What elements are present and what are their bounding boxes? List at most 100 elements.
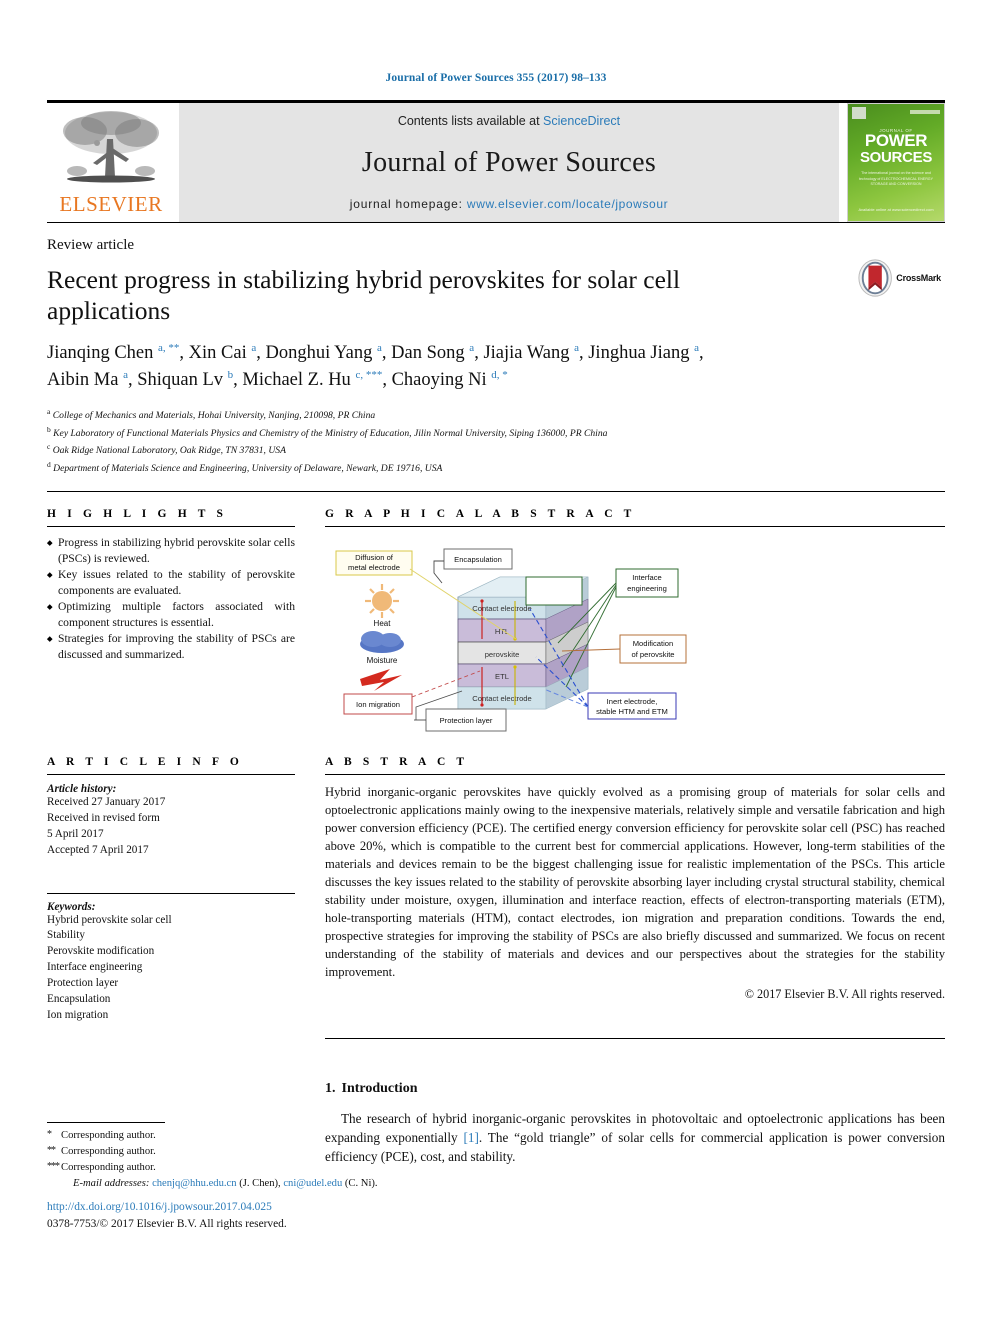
footnote-text: Corresponding author. [61,1145,156,1157]
footnote-corresponding-3: *** Corresponding author. [47,1160,467,1176]
article-info-rule [47,773,295,775]
journal-title: Journal of Power Sources [361,146,657,178]
doi-link[interactable]: http://dx.doi.org/10.1016/j.jpowsour.201… [47,1199,287,1216]
cover-issn-strip [910,110,940,114]
email-link-1[interactable]: chenjq@hhu.edu.cn [152,1178,236,1189]
keywords-label: Keywords: [47,900,96,913]
footnote-text: Corresponding author. [61,1161,156,1173]
highlights-graphical-row: H I G H L I G H T S Progress in stabiliz… [47,492,945,740]
highlights-column: H I G H L I G H T S Progress in stabiliz… [47,492,295,740]
list-item: Strategies for improving the stability o… [47,631,295,663]
lightning-icon [360,668,402,691]
diffusion-label-line2: metal electrode [348,563,400,572]
abstract-rule [325,773,945,775]
contents-prefix: Contents lists available at [397,114,544,128]
journal-article-page: Journal of Power Sources 355 (2017) 98–1… [0,0,992,1323]
articleinfo-abstract-row: A R T I C L E I N F O Article history: R… [47,740,945,1024]
highlights-rule [47,525,295,527]
author-line-1: Jianqing Chen a, **, Xin Cai a, Donghui … [47,342,704,364]
asterisk-icon: *** [47,1160,60,1172]
elsevier-logo: ELSEVIER [47,103,175,222]
sun-icon [365,583,399,618]
author-list: Jianqing Chen a, **, Xin Cai a, Donghui … [47,340,837,394]
introduction-heading: 1. Introduction [325,1081,945,1097]
affiliation-item: c Oak Ridge National Laboratory, Oak Rid… [47,442,286,457]
solar-cell-stack-diagram: .lb { font-family:"Liberation Sans",sans… [335,548,687,732]
author-line-2: Aibin Ma a, Shiquan Lv b, Michael Z. Hu … [47,368,508,391]
footnote-block: * Corresponding author. ** Corresponding a… [47,1122,467,1192]
svg-text:stable HTM and ETM: stable HTM and ETM [596,707,668,716]
affiliation-item: b Key Laboratory of Functional Materials… [47,424,608,439]
spacer-left [47,1024,295,1039]
journal-masthead: ELSEVIER Contents lists available at Sci… [47,100,945,222]
moisture-label: Moisture [367,656,398,665]
homepage-prefix: journal homepage: [349,197,467,211]
footnote-corresponding-1: * Corresponding author. [47,1128,467,1144]
elsevier-tree-icon [63,111,159,183]
sciencedirect-link[interactable]: ScienceDirect [543,114,620,128]
homepage-link[interactable]: www.elsevier.com/locate/jpowsour [467,197,668,211]
cover-logo-mark [852,107,866,119]
section-title: Introduction [341,1080,418,1096]
svg-text:of perovskite: of perovskite [631,650,674,659]
affiliation-text: Oak Ridge National Laboratory, Oak Ridge… [52,445,286,457]
email-link-2[interactable]: cni@udel.edu [283,1178,342,1189]
highlights-heading: H I G H L I G H T S [47,507,228,520]
footnote-emails: E-mail addresses: chenjq@hhu.edu.cn (J. … [47,1176,467,1192]
abstract-bottom-rule-holder [325,1024,945,1039]
article-info-column: A R T I C L E I N F O Article history: R… [47,740,295,1024]
history-item: Received in revised form [47,811,160,824]
section-number: 1. [325,1080,336,1096]
cover-title-line1: POWER [864,131,928,150]
keyword-item: Hybrid perovskite solar cell [47,913,172,926]
crossmark-badge[interactable]: CrossMark [857,257,941,299]
keyword-item: Ion migration [47,1008,109,1021]
svg-text:Interface: Interface [632,573,662,582]
svg-text:Protection layer: Protection layer [440,716,493,725]
layer-label-contact-top: Contact electrode [472,604,532,613]
layer-label-perovskite: perovskite [485,650,520,659]
svg-text:Modification: Modification [633,639,674,648]
email-name-2: (C. Ni). [344,1177,378,1189]
contents-available-line: Contents lists available at ScienceDirec… [398,114,620,128]
graphical-abstract-column: G R A P H I C A L A B S T R A C T .lb { … [325,492,945,740]
history-item: Accepted 7 April 2017 [47,843,149,856]
asterisk-icon: * [47,1129,52,1140]
journal-band: Contents lists available at ScienceDirec… [179,103,839,222]
abstract-text: Hybrid inorganic-organic perovskites hav… [325,784,945,979]
abstract-bottom-rule-row [47,1024,945,1039]
history-item: Received 27 January 2017 [47,795,166,808]
highlights-list: Progress in stabilizing hybrid perovskit… [47,535,295,663]
crossmark-label: CrossMark [896,273,941,283]
cover-blurb: The international journal on the science… [859,171,933,186]
layer-label-contact-bottom: Contact electrode [472,694,532,703]
keyword-item: Stability [47,929,85,942]
asterisk-icon: ** [47,1144,56,1156]
elsevier-wordmark: ELSEVIER [59,192,163,216]
email-label: E-mail addresses: [73,1177,150,1189]
encapsulation-label: Encapsulation [454,555,502,564]
keyword-item: Interface engineering [47,961,143,974]
affiliation-text: College of Mechanics and Materials, Hoha… [52,410,376,422]
keyword-item: Perovskite modification [47,945,155,958]
title-block: Review article CrossMark Recent progress… [47,223,945,477]
crossmark-icon [858,259,892,297]
journal-cover-image: JOURNAL OF POWER SOURCES The internation… [847,103,945,222]
article-history-label: Article history: [47,782,117,795]
affiliation-list: a College of Mechanics and Materials, Ho… [47,406,945,477]
keyword-item: Encapsulation [47,993,111,1006]
running-head: Journal of Power Sources 355 (2017) 98–1… [385,72,607,84]
layer-label-htl: HTL [495,627,509,636]
footnote-rule [47,1122,165,1123]
cloud-icon [360,630,404,653]
footnote-corresponding-2: ** Corresponding author. [47,1144,467,1160]
svg-text:Inert electrode,: Inert electrode, [607,697,658,706]
cover-topbar [848,104,944,120]
abstract-column: A B S T R A C T Hybrid inorganic-organic… [325,740,945,1024]
affiliation-text: Department of Materials Science and Engi… [53,463,443,475]
journal-homepage-line: journal homepage: www.elsevier.com/locat… [350,197,668,211]
graphical-abstract-heading: G R A P H I C A L A B S T R A C T [325,507,636,520]
graphical-abstract-figure: .lb { font-family:"Liberation Sans",sans… [325,535,945,740]
list-item: Progress in stabilizing hybrid perovskit… [47,535,295,567]
abstract-bottom-rule [325,1037,945,1039]
